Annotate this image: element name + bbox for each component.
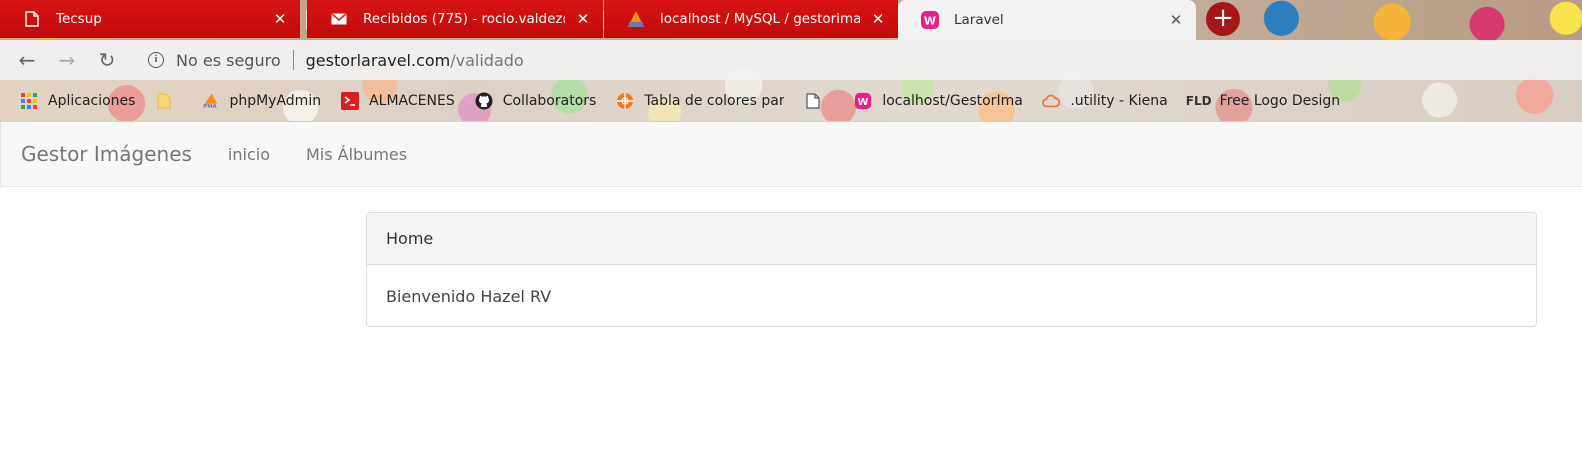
tab-title: localhost / MySQL / gestorimage xyxy=(660,11,860,27)
bookmark-almacenes[interactable]: ALMACENES xyxy=(341,91,455,110)
apps-grid-icon xyxy=(20,92,38,110)
bookmark-label: localhost/GestorIma xyxy=(882,92,1023,109)
bookmark-label: Tabla de colores para xyxy=(644,92,785,109)
bookmarks-bar: Aplicaciones PMA phpMyAdmin ALMACENES Co… xyxy=(0,80,1582,122)
phpmyadmin-icon: PMA xyxy=(201,92,219,110)
back-arrow-icon[interactable]: ← xyxy=(16,49,38,71)
new-tab-button[interactable]: + xyxy=(1206,2,1240,36)
url-path[interactable]: /validado xyxy=(450,51,523,70)
tab-tecsup[interactable]: Tecsup ✕ xyxy=(0,0,300,38)
bookmark-label: Collaborators xyxy=(502,92,597,109)
bookmark-page[interactable] xyxy=(804,92,832,110)
gmail-icon xyxy=(329,13,349,25)
close-icon[interactable]: ✕ xyxy=(870,10,886,28)
security-label[interactable]: No es seguro xyxy=(176,51,281,70)
home-panel: Home Bienvenido Hazel RV xyxy=(366,212,1537,327)
wamp-icon: W xyxy=(920,10,940,30)
tab-phpmyadmin[interactable]: localhost / MySQL / gestorimage ✕ xyxy=(604,0,898,38)
bookmark-label: phpMyAdmin xyxy=(229,92,322,109)
bookmark-utility-kiena[interactable]: .utility - Kiena xyxy=(1042,92,1168,110)
bookmark-label: Aplicaciones xyxy=(48,92,136,109)
close-icon[interactable]: ✕ xyxy=(1168,11,1184,29)
app-navbar: Gestor Imágenes inicio Mis Álbumes xyxy=(0,122,1582,187)
bookmark-gestor[interactable]: W localhost/GestorIma xyxy=(854,92,1022,110)
address-bar[interactable]: i No es seguro gestorlaravel.com /valida… xyxy=(140,44,1582,76)
close-icon[interactable]: ✕ xyxy=(575,10,591,28)
nav-link-inicio[interactable]: inicio xyxy=(228,145,270,164)
cloud-icon xyxy=(1042,92,1061,110)
tab-title: Laravel xyxy=(954,12,1004,28)
forward-arrow-icon[interactable]: → xyxy=(56,49,78,71)
bookmark-label: .utility - Kiena xyxy=(1070,92,1168,109)
bookmark-label: ALMACENES xyxy=(369,92,455,109)
page-icon xyxy=(804,92,822,110)
svg-text:PMA: PMA xyxy=(204,104,218,110)
phpmyadmin-icon xyxy=(626,10,646,28)
url-host[interactable]: gestorlaravel.com xyxy=(306,51,451,70)
svg-text:W: W xyxy=(924,15,936,28)
tab-gmail[interactable]: Recibidos (775) - rocio.valdez@te ✕ xyxy=(307,0,603,38)
bookmark-label: Free Logo Design xyxy=(1219,92,1341,109)
folder-icon xyxy=(155,92,173,110)
browser-toolbar: ← → ↻ i No es seguro gestorlaravel.com /… xyxy=(0,40,1582,80)
browser-chrome: Tecsup ✕ Recibidos (775) - rocio.valdez@… xyxy=(0,0,1582,122)
reload-icon[interactable]: ↻ xyxy=(96,49,118,71)
flo-icon: FLD xyxy=(1185,93,1212,108)
tab-laravel[interactable]: W Laravel ✕ xyxy=(898,0,1196,40)
bookmark-tabla-colores[interactable]: Tabla de colores para xyxy=(616,92,784,110)
tab-strip: Tecsup ✕ Recibidos (775) - rocio.valdez@… xyxy=(0,0,1582,40)
bookmark-phpmyadmin[interactable]: PMA phpMyAdmin xyxy=(201,92,321,110)
info-icon[interactable]: i xyxy=(148,52,164,68)
bookmark-collaborators[interactable]: Collaborators xyxy=(475,92,597,110)
address-separator xyxy=(292,50,294,70)
close-icon[interactable]: ✕ xyxy=(272,10,288,28)
bookmark-folder[interactable] xyxy=(155,92,183,110)
nav-link-mis-albumes[interactable]: Mis Álbumes xyxy=(306,145,407,164)
app-brand[interactable]: Gestor Imágenes xyxy=(21,142,192,166)
welcome-message: Bienvenido Hazel RV xyxy=(386,286,552,306)
tab-title: Recibidos (775) - rocio.valdez@te xyxy=(363,11,565,27)
terminal-icon xyxy=(341,91,360,110)
page-icon xyxy=(22,11,42,27)
wamp-icon: W xyxy=(854,92,872,110)
panel-heading: Home xyxy=(367,213,1536,265)
bookmark-aplicaciones[interactable]: Aplicaciones xyxy=(20,92,135,110)
bookmark-free-logo-design[interactable]: FLD Free Logo Design xyxy=(1185,92,1341,110)
tab-title: Tecsup xyxy=(56,11,102,27)
github-icon xyxy=(475,92,493,110)
colors-icon xyxy=(616,92,634,110)
svg-text:W: W xyxy=(858,97,869,108)
